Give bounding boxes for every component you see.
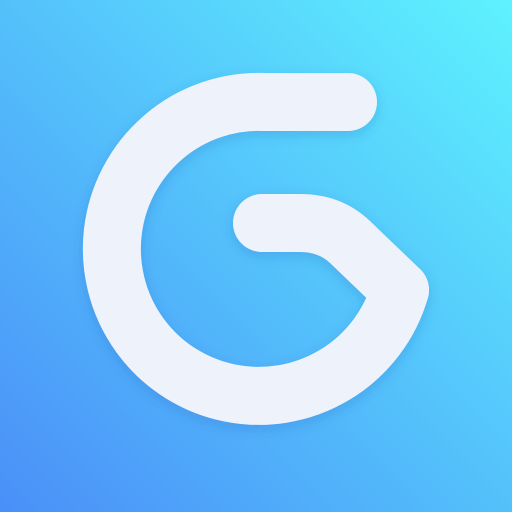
app-icon-graphic [0,0,512,512]
app-icon [0,0,512,512]
